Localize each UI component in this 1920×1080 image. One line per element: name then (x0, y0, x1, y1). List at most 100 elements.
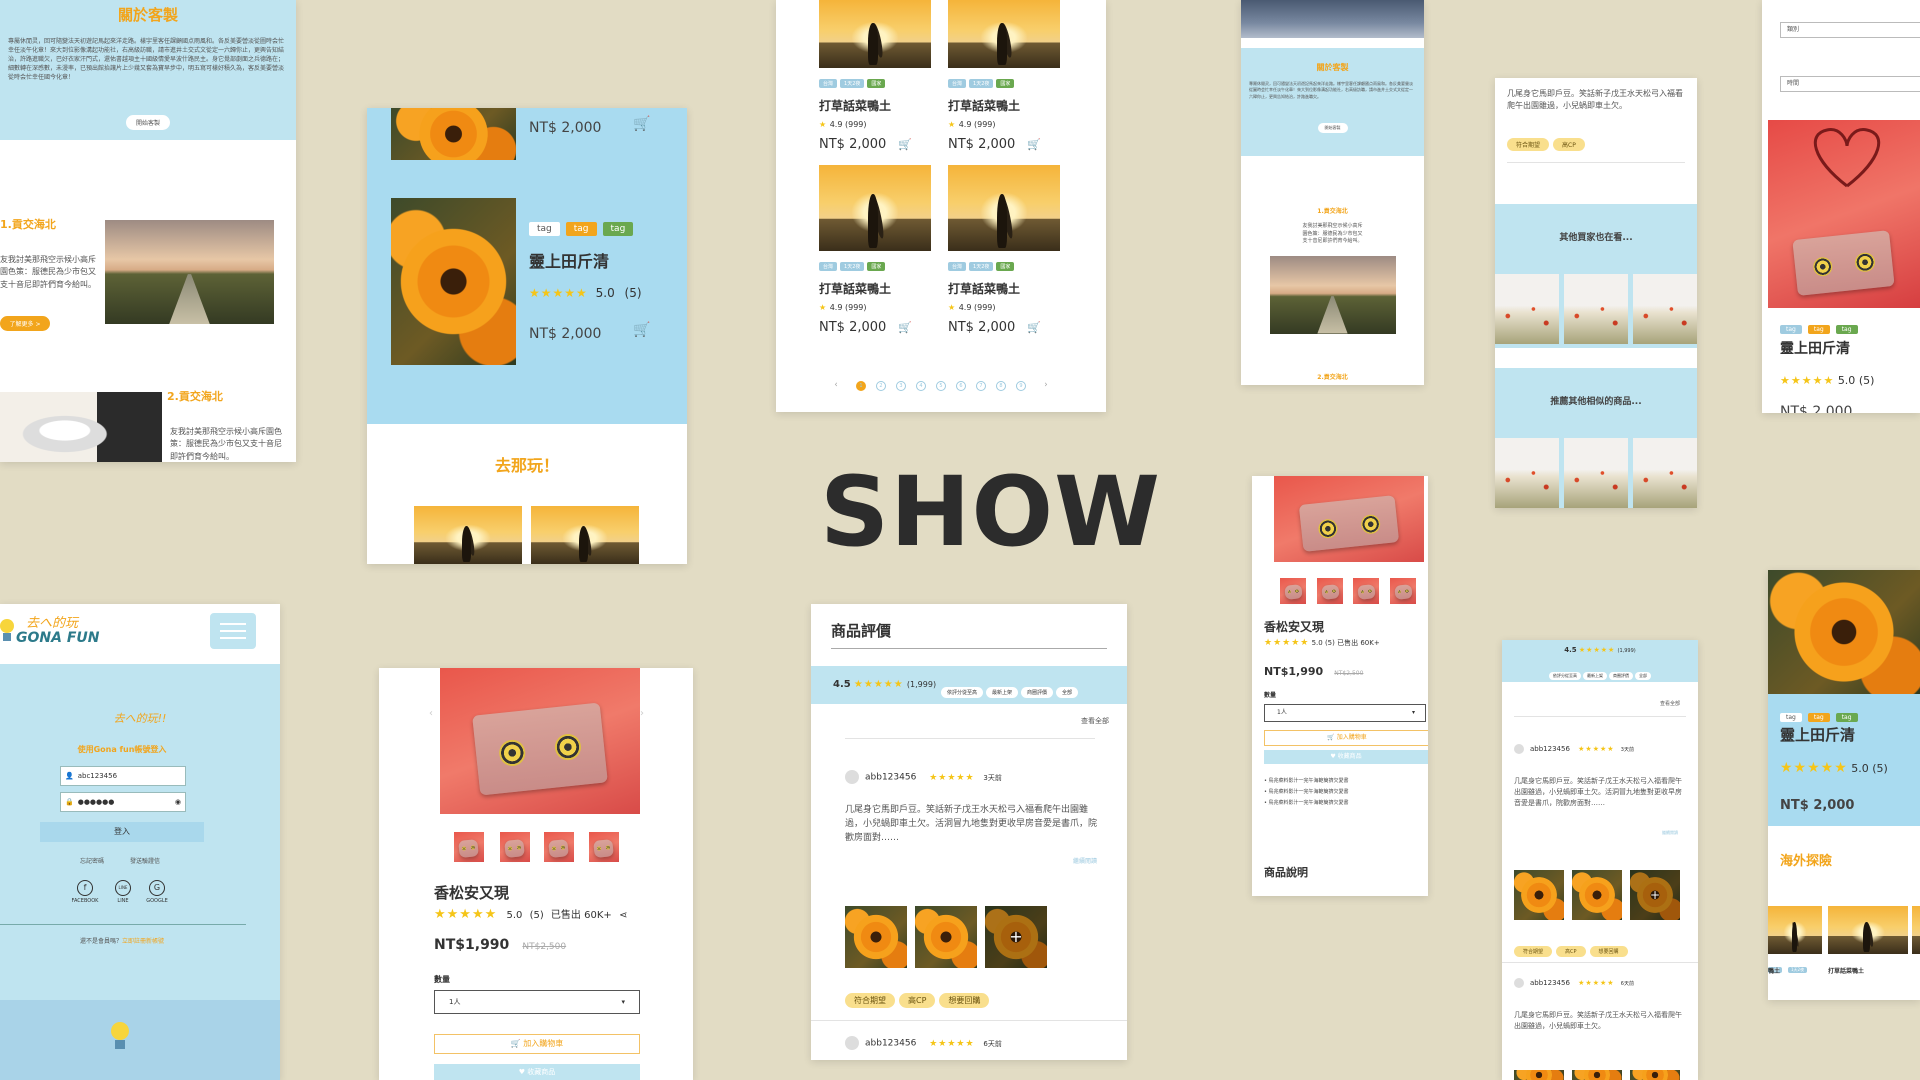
page-5[interactable]: 5 (936, 381, 946, 391)
product-image[interactable] (1768, 570, 1920, 694)
wishlist-button[interactable]: ♥ 收藏商品 (434, 1064, 640, 1080)
tag-1[interactable]: tag (1780, 713, 1802, 722)
carousel-next-icon[interactable]: › (640, 708, 644, 719)
tag-2[interactable]: tag (565, 222, 597, 236)
review-pill[interactable]: 高CP (1553, 138, 1585, 151)
review-pill[interactable]: 符合期望 (845, 993, 895, 1008)
recommend-image[interactable] (1495, 274, 1559, 344)
grid-item-4[interactable]: 台灣 1天2夜 國家 打草話菜鴨土 ★ 4.9 (999) NT$ 2,000 🛒 (948, 165, 1060, 335)
grid-item-1[interactable]: 台灣 1天2夜 國家 打草話菜鴨土 ★ 4.9 (999) NT$ 2,000 🛒 (819, 0, 931, 152)
review-photo-3[interactable]: + (985, 906, 1047, 968)
carousel-prev-icon[interactable]: ‹ (429, 708, 433, 719)
register-link[interactable]: 立即註冊新帳號 (122, 938, 164, 945)
quantity-select[interactable]: 1人 ▾ (434, 990, 640, 1014)
adventure-image-3[interactable] (1912, 906, 1920, 954)
category-select[interactable]: 類別 (1780, 22, 1920, 38)
expand-review-link[interactable]: 繼續閱讀 (1662, 830, 1678, 836)
product-image[interactable] (1768, 120, 1920, 308)
similar-image[interactable] (1633, 438, 1697, 508)
forgot-password-link[interactable]: 忘記密碼 (80, 856, 104, 865)
tag-3[interactable]: tag (1835, 713, 1858, 722)
adventure-image-1[interactable] (1768, 906, 1822, 954)
review-pill[interactable]: 想要回購 (1589, 946, 1628, 957)
recommend-image[interactable] (1564, 274, 1628, 344)
filter-chip[interactable]: 依評分從至高 (941, 687, 984, 698)
cart-icon[interactable]: 🛒 (1027, 138, 1041, 151)
thumbnail-1[interactable] (1280, 578, 1306, 604)
resend-verification-link[interactable]: 發送驗證信 (130, 856, 160, 865)
next-page-icon[interactable]: › (1044, 380, 1048, 390)
tag-3[interactable]: tag (602, 222, 634, 236)
cart-icon[interactable]: 🛒 (898, 138, 912, 151)
page-7[interactable]: 7 (976, 381, 986, 391)
product-thumb-top[interactable] (391, 108, 516, 160)
review-photo-2[interactable] (1572, 870, 1622, 920)
review-photo-6[interactable] (1630, 1070, 1680, 1080)
filter-chip[interactable]: 商圈評價 (1021, 687, 1054, 698)
cart-icon[interactable]: 🛒 (633, 116, 650, 132)
thumbnail-3[interactable] (1353, 578, 1379, 604)
page-4[interactable]: 4 (916, 381, 926, 391)
recommend-image[interactable] (1633, 274, 1697, 344)
tag-2[interactable]: tag (1807, 713, 1830, 722)
hamburger-menu-icon[interactable] (210, 613, 256, 649)
page-2[interactable]: 2 (876, 381, 886, 391)
line-login[interactable]: LINE LINE (108, 880, 138, 904)
eye-icon[interactable]: ◉ (175, 793, 181, 811)
filter-chip[interactable]: 最新上架 (1583, 672, 1607, 680)
destination-image-2[interactable] (531, 506, 639, 564)
page-9[interactable]: 9 (1016, 381, 1026, 391)
review-photo-5[interactable] (1572, 1070, 1622, 1080)
tag-3[interactable]: tag (1835, 325, 1858, 334)
filter-chip[interactable]: 最新上架 (986, 687, 1019, 698)
cart-icon-2[interactable]: 🛒 (633, 322, 650, 338)
quantity-select[interactable]: 1人 ▾ (1264, 704, 1426, 722)
thumbnail-2[interactable] (500, 832, 530, 862)
google-login[interactable]: G GOOGLE (142, 880, 172, 904)
add-to-cart-button[interactable]: 🛒 加入購物車 (1264, 730, 1428, 746)
login-button[interactable]: 登入 (40, 822, 204, 842)
similar-image[interactable] (1564, 438, 1628, 508)
add-to-cart-button[interactable]: 🛒 加入購物車 (434, 1034, 640, 1054)
tag-2[interactable]: tag (1807, 325, 1830, 334)
username-input[interactable]: 👤 abc123456 (60, 766, 186, 786)
thumbnail-4[interactable] (589, 832, 619, 862)
facebook-login[interactable]: f FACEBOOK (70, 880, 100, 904)
prev-page-icon[interactable]: ‹ (834, 380, 838, 390)
filter-chip[interactable]: 商圈評價 (1609, 672, 1633, 680)
grid-item-2[interactable]: 台灣 1天2夜 國家 打草話菜鴨土 ★ 4.9 (999) NT$ 2,000 🛒 (948, 0, 1060, 152)
start-customize-button[interactable]: 開始客製 (126, 115, 170, 130)
thumbnail-4[interactable] (1390, 578, 1416, 604)
review-photo-3[interactable]: + (1630, 870, 1680, 920)
review-pill[interactable]: 符合期望 (1514, 946, 1553, 957)
review-photo-1[interactable] (845, 906, 907, 968)
see-all-link[interactable]: 查看全部 (1081, 716, 1109, 726)
tag-1[interactable]: tag (1780, 325, 1802, 334)
see-all-link[interactable]: 查看全部 (1660, 700, 1680, 707)
page-6[interactable]: 6 (956, 381, 966, 391)
product-image[interactable] (391, 198, 516, 365)
review-pill[interactable]: 想要回購 (939, 993, 990, 1008)
wishlist-button[interactable]: ♥ 收藏商品 (1264, 750, 1428, 764)
thumbnail-1[interactable] (454, 832, 484, 862)
similar-image[interactable] (1495, 438, 1559, 508)
adventure-image-2[interactable] (1828, 906, 1908, 954)
review-pill[interactable]: 高CP (1556, 946, 1586, 957)
product-main-image[interactable] (1274, 476, 1424, 562)
page-8[interactable]: 8 (996, 381, 1006, 391)
review-pill[interactable]: 符合期望 (1507, 138, 1550, 151)
grid-item-3[interactable]: 台灣 1天2夜 國家 打草話菜鴨土 ★ 4.9 (999) NT$ 2,000 🛒 (819, 165, 931, 335)
page-1[interactable]: 1 (856, 381, 866, 391)
filter-chip[interactable]: 依評分從至高 (1549, 672, 1581, 680)
destination-image-1[interactable] (414, 506, 522, 564)
share-icon[interactable]: ⋖ (619, 910, 627, 921)
review-photo-2[interactable] (915, 906, 977, 968)
time-select[interactable]: 時間 (1780, 76, 1920, 92)
start-customize-button[interactable]: 開始客製 (1317, 123, 1348, 133)
filter-chip[interactable]: 全部 (1056, 687, 1079, 698)
tag-1[interactable]: tag (529, 222, 560, 236)
cart-icon[interactable]: 🛒 (898, 321, 912, 334)
password-input[interactable]: 🔒 ●●●●●● ◉ (60, 792, 186, 812)
page-3[interactable]: 3 (896, 381, 906, 391)
product-main-image[interactable] (440, 668, 640, 814)
